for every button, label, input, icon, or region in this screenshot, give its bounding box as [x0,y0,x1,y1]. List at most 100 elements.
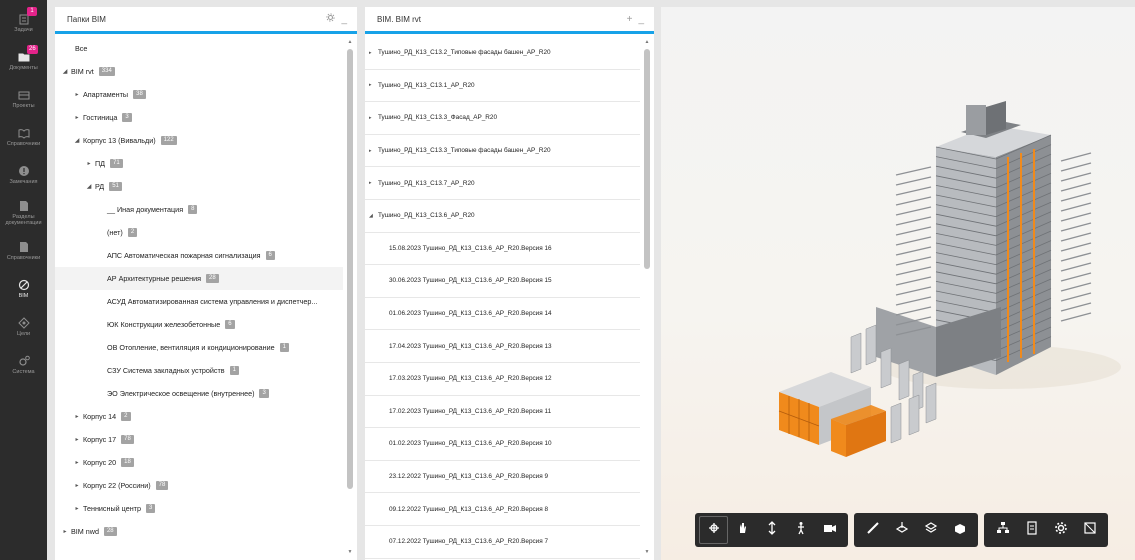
file-group-row[interactable]: ▸ Тушино_РД_К13_С13.3_Фасад_АР_R20 [365,102,640,135]
tree-node[interactable]: ▸ Гостиница 3 [55,106,343,129]
tree-node[interactable]: ▸ Корпус 17 78 [55,428,343,451]
layers-icon [924,521,938,540]
file-version-row[interactable]: 30.06.2023 Тушино_РД_К13_С13.6_АР_R20.Ве… [365,265,640,298]
nav-item-4[interactable]: Замечания [0,156,47,194]
tree-node[interactable]: ▸ BIM nwd 28 [55,520,343,543]
tree-node[interactable]: ОВ Отопление, вентиляция и кондициониров… [55,336,343,359]
expand-toggle-icon[interactable]: ▸ [369,148,378,154]
file-version-row[interactable]: 17.04.2023 Тушино_РД_К13_С13.6_АР_R20.Ве… [365,330,640,363]
nav-item-6[interactable]: Справочники [0,232,47,270]
file-group-row[interactable]: ▸ Тушино_РД_К13_С13.2_Типовые фасады баше… [365,37,640,70]
expand-toggle-icon[interactable]: ▸ [71,114,83,121]
nav-item-1[interactable]: Документы 26 [0,42,47,80]
tree-node[interactable]: ▸ ПД 71 [55,152,343,175]
expand-toggle-icon[interactable]: ◢ [83,183,95,190]
tree-node[interactable]: ЭО Электрическое освещение (внутреннее) 3 [55,382,343,405]
file-version-row[interactable]: 01.02.2023 Тушино_РД_К13_С13.6_АР_R20.Ве… [365,428,640,461]
file-group-row[interactable]: ◢ Тушино_РД_К13_С13.6_АР_R20 [365,200,640,233]
nav-item-7[interactable]: BIM [0,270,47,308]
pan-button[interactable] [728,516,757,544]
measure-button[interactable] [858,516,887,544]
nav-item-2[interactable]: Проекты [0,80,47,118]
expand-toggle-icon[interactable]: ▸ [369,50,378,56]
expand-toggle-icon[interactable]: ◢ [59,68,71,75]
expand-toggle-icon[interactable]: ▸ [71,436,83,443]
add-icon[interactable]: + [627,14,633,25]
tree-node[interactable]: ▸ Теннисный центр 3 [55,497,343,520]
tree-button[interactable] [988,516,1017,544]
expand-toggle-icon[interactable]: ◢ [369,213,378,219]
expand-toggle-icon[interactable]: ▸ [71,413,83,420]
walk-icon [794,521,808,540]
tree-node[interactable]: ▸ Апартаменты 38 [55,83,343,106]
nav-item-label: Справочники [6,140,41,147]
tree-node[interactable]: СЗУ Система закладных устройств 1 [55,359,343,382]
fullscreen-button[interactable] [1075,516,1104,544]
expand-toggle-icon[interactable]: ◢ [71,137,83,144]
expand-toggle-icon[interactable]: ▸ [369,180,378,186]
nav-item-8[interactable]: Цели [0,308,47,346]
building-model[interactable] [661,7,1135,560]
properties-button[interactable] [1017,516,1046,544]
file-version-row[interactable]: 17.02.2023 Тушино_РД_К13_С13.6_АР_R20.Ве… [365,396,640,429]
tree-node[interactable]: ЮК Конструкции железобетонные 6 [55,313,343,336]
tree-node-label: Теннисный центр [83,504,141,513]
folders-scrollbar[interactable]: ▲ ▼ [346,37,354,557]
expand-toggle-icon[interactable]: ▸ [71,459,83,466]
camera-button[interactable] [815,516,844,544]
orbit-button[interactable] [699,516,728,544]
expand-toggle-icon[interactable]: ▸ [369,115,378,121]
file-version-row[interactable]: 01.06.2023 Тушино_РД_К13_С13.6_АР_R20.Ве… [365,298,640,331]
file-group-row[interactable]: ▸ Тушино_РД_К13_С13.7_АР_R20 [365,167,640,200]
nav-item-3[interactable]: Справочники [0,118,47,156]
nav-item-0[interactable]: Задачи 1 [0,4,47,42]
nav-item-label: Документы [9,64,38,71]
expand-toggle-icon[interactable]: ▸ [369,82,378,88]
file-group-row[interactable]: ▸ Тушино_РД_К13_С13.3_Типовые фасады баше… [365,135,640,168]
tree-node[interactable]: АПС Автоматическая пожарная сигнализация… [55,244,343,267]
tree-node-label: СЗУ Система закладных устройств [107,366,225,375]
settings-icon[interactable] [326,13,335,25]
expand-toggle-icon[interactable]: ▸ [71,91,83,98]
file-version-row[interactable]: 15.08.2023 Тушино_РД_К13_С13.6_АР_R20.Ве… [365,232,640,266]
count-badge: 3 [122,113,132,122]
minimize-icon[interactable]: _ [341,14,347,25]
tree-node[interactable]: (нет) 2 [55,221,343,244]
layers-button[interactable] [916,516,945,544]
walk-button[interactable] [786,516,815,544]
file-version-row[interactable]: 09.12.2022 Тушино_РД_К13_С13.6_АР_R20.Ве… [365,493,640,526]
file-version-row[interactable]: 23.12.2022 Тушино_РД_К13_С13.6_АР_R20.Ве… [365,461,640,494]
nav-item-9[interactable]: Система [0,346,47,384]
file-label: 01.06.2023 Тушино_РД_К13_С13.6_АР_R20.Ве… [389,310,552,318]
toolbar-group [984,513,1108,547]
file-group-row[interactable]: ▸ Тушино_РД_К13_С13.1_АР_R20 [365,70,640,103]
file-label: Тушино_РД_К13_С13.6_АР_R20 [378,212,475,220]
minimize-icon[interactable]: _ [638,14,644,25]
tree-node[interactable]: ▸ Корпус 20 18 [55,451,343,474]
settings-button[interactable] [1046,516,1075,544]
tree-node[interactable]: АР Архитектурные решения 28 [55,267,343,290]
files-scrollbar[interactable]: ▲ ▼ [643,37,651,557]
tree-node[interactable]: АСУД Автоматизированная система управлен… [55,290,343,313]
file-label: 17.04.2023 Тушино_РД_К13_С13.6_АР_R20.Ве… [389,342,552,350]
tree-node[interactable]: ◢ BIM rvt 334 [55,60,343,83]
count-badge: 28 [103,527,117,536]
file-version-row[interactable]: 17.03.2023 Тушино_РД_К13_С13.6_АР_R20.Ве… [365,363,640,396]
tree-node[interactable]: ◢ РД 51 [55,175,343,198]
tree-node[interactable]: ◢ Корпус 13 (Вивальди) 122 [55,129,343,152]
expand-toggle-icon[interactable]: ▸ [71,505,83,512]
tree-node[interactable]: Все [55,37,343,60]
expand-toggle-icon[interactable]: ▸ [59,528,71,535]
tree-node[interactable]: __ Иная документация 8 [55,198,343,221]
section-button[interactable] [887,516,916,544]
expand-toggle-icon[interactable]: ▸ [71,482,83,489]
bim-3d-viewer[interactable] [661,7,1135,560]
zoom-button[interactable] [757,516,786,544]
file-version-row[interactable]: 07.12.2022 Тушино_РД_К13_С13.6_АР_R20.Ве… [365,526,640,559]
explode-button[interactable] [945,516,974,544]
viewer-toolbar [695,513,1108,547]
expand-toggle-icon[interactable]: ▸ [83,160,95,167]
nav-item-5[interactable]: Разделы документации [0,194,47,232]
tree-node[interactable]: ▸ Корпус 14 2 [55,405,343,428]
tree-node[interactable]: ▸ Корпус 22 (Россини) 78 [55,474,343,497]
